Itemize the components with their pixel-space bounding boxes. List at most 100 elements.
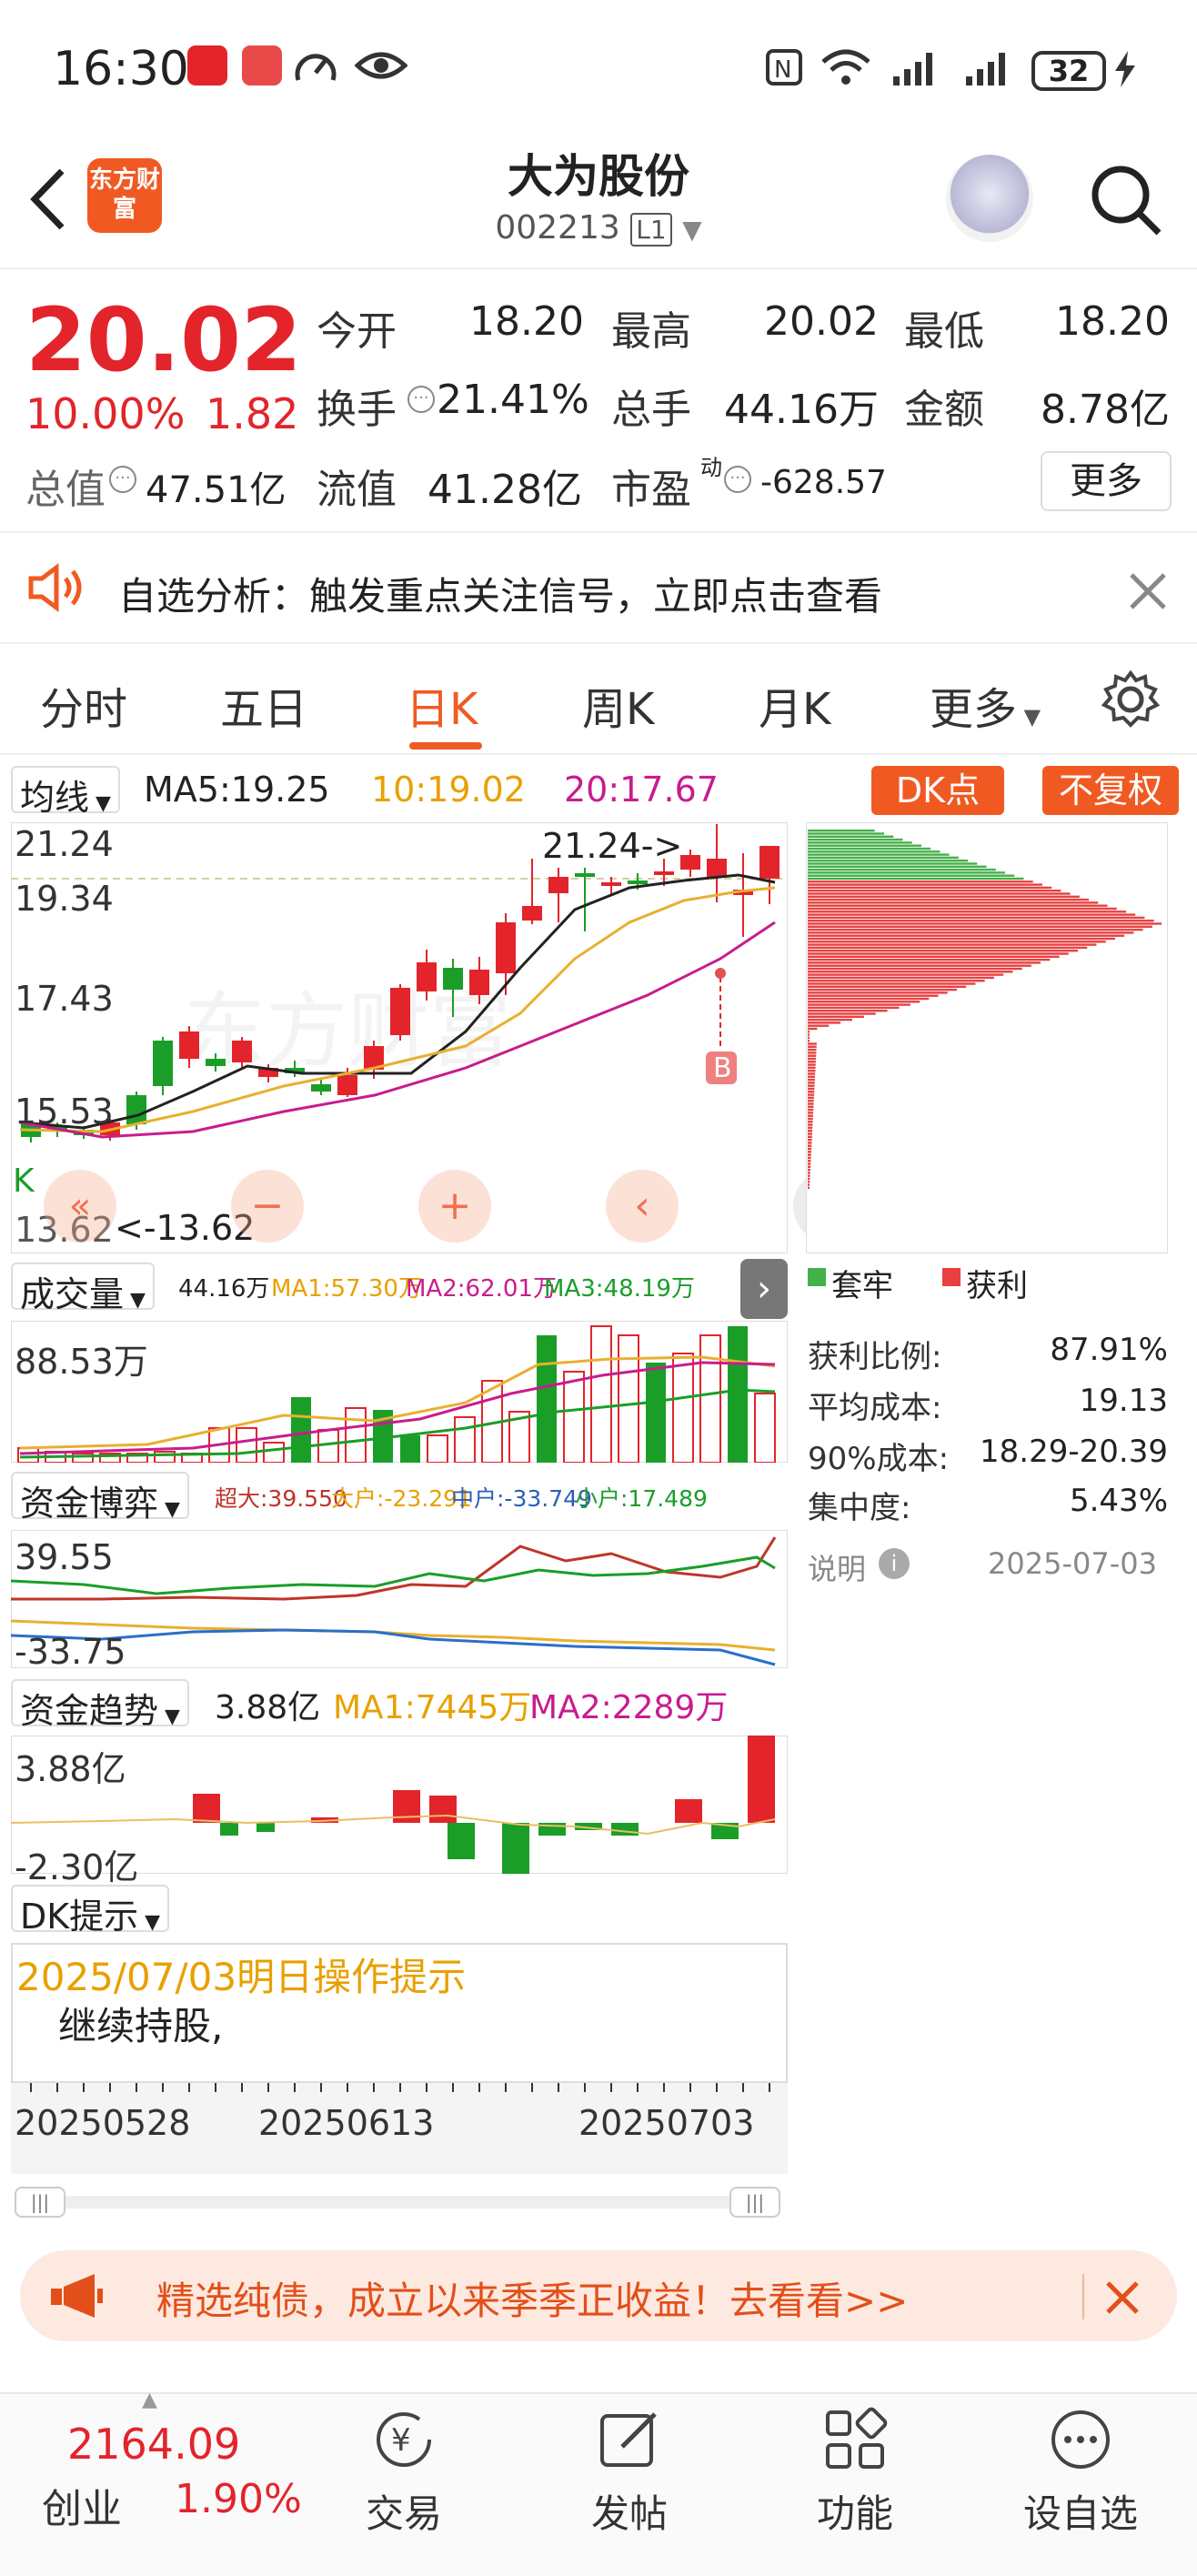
tab-intraday[interactable]: 分时 <box>40 673 127 737</box>
tab-weekly-k[interactable]: 周K <box>582 673 654 737</box>
trade-yen-icon[interactable]: ¥ <box>371 2407 437 2472</box>
chip-bar <box>808 961 1041 964</box>
info-icon-2[interactable]: ··· <box>109 466 136 493</box>
chip-bar <box>808 1108 814 1112</box>
volume-selector[interactable]: 成交量 ▼ <box>11 1263 155 1314</box>
charging-icon <box>1115 51 1135 87</box>
info-icon[interactable]: ··· <box>407 386 435 413</box>
capital-game-chart[interactable] <box>11 1530 788 1668</box>
low-label: 最低 <box>904 308 984 355</box>
svg-text:¥: ¥ <box>391 2422 411 2459</box>
tab-more[interactable]: 更多 ▼ <box>930 673 1041 737</box>
candle-body <box>417 962 437 991</box>
volume-bar <box>754 1393 776 1463</box>
search-icon[interactable] <box>1088 162 1164 238</box>
volume-bar <box>646 1363 666 1463</box>
scroll-left-fast-icon[interactable]: « <box>44 1170 116 1243</box>
nav-trade[interactable]: 交易 <box>313 2483 495 2539</box>
zoom-out-icon[interactable]: − <box>231 1170 304 1243</box>
capital-game-selector[interactable]: 资金博弈 ▼ <box>11 1472 189 1524</box>
chip-bar <box>808 997 930 1001</box>
notice-text[interactable]: 自选分析：触发重点关注信号，立即点击查看 <box>118 566 882 621</box>
volume-bar <box>317 1429 339 1463</box>
expand-side-panel-icon[interactable]: › <box>740 1259 788 1319</box>
battery-indicator: 32 <box>1031 51 1106 91</box>
range-handle-right[interactable]: ||| <box>729 2187 780 2218</box>
chevron-down-icon: ▼ <box>138 1911 161 1934</box>
index-name[interactable]: 创业 <box>42 2476 122 2534</box>
capital-trend-selector-label: 资金趋势 <box>20 1691 159 1731</box>
chip-bar <box>808 1015 864 1018</box>
settings-gear-icon[interactable] <box>1101 669 1161 730</box>
turnover-label: 换手 <box>317 387 397 433</box>
chip-bar <box>808 941 1106 943</box>
chip-bar <box>808 967 1022 971</box>
promo-text[interactable]: 精选纯债，成立以来季季正收益！去看看>> <box>156 2270 908 2326</box>
level-badge: L1 <box>630 213 672 247</box>
volume-bar <box>537 1335 557 1463</box>
chip-bar <box>808 1052 817 1054</box>
chip-bar <box>808 1130 813 1132</box>
ma-selector[interactable]: 均线 ▼ <box>11 766 120 818</box>
chip-bar <box>808 856 959 860</box>
chip-bar <box>808 1070 816 1072</box>
speed-icon <box>295 54 337 81</box>
candle-body <box>575 873 595 877</box>
chip-bar <box>808 1153 811 1156</box>
add-watchlist-icon[interactable] <box>1048 2407 1113 2472</box>
chip-bar <box>808 1075 816 1078</box>
chip-bar <box>808 1031 810 1033</box>
open-value: 18.20 <box>469 298 584 345</box>
capital-trend-selector[interactable]: 资金趋势 ▼ <box>11 1679 189 1731</box>
range-handle-left[interactable]: ||| <box>15 2187 65 2218</box>
nav-post[interactable]: 发帖 <box>538 2483 720 2539</box>
range-scrollbar[interactable] <box>15 2196 780 2209</box>
chip-bar <box>808 1042 817 1045</box>
chip-distribution-chart[interactable] <box>806 822 1168 1253</box>
nav-add-watchlist[interactable]: 设自选 <box>990 2483 1172 2539</box>
tab-five-day[interactable]: 五日 <box>220 673 307 737</box>
index-value[interactable]: 2164.09 <box>67 2420 240 2469</box>
change-percent: 10.00% <box>25 389 186 438</box>
volume-bar <box>454 1416 476 1463</box>
dk-point-button[interactable]: DK点 <box>871 766 1004 815</box>
chip-bar <box>808 1045 817 1048</box>
zoom-in-icon[interactable]: + <box>418 1170 491 1243</box>
chip-bar <box>808 907 1117 911</box>
nfc-icon: N <box>766 49 802 86</box>
chip-bar <box>808 1123 813 1126</box>
pe-value: -628.57 <box>760 464 887 501</box>
chip-bar <box>808 1135 812 1138</box>
function-grid-icon[interactable] <box>822 2407 888 2472</box>
info-icon-4[interactable]: i <box>879 1548 910 1579</box>
chip-bar <box>808 1112 814 1114</box>
chip-bar <box>808 883 1042 886</box>
chip-bar <box>808 1144 812 1147</box>
capital-trend-bottom: -2.30亿 <box>15 1847 139 1887</box>
chip-bar <box>808 958 1051 961</box>
capital-small: 小户:17.489 <box>575 1485 708 1512</box>
chip-bar <box>808 865 987 868</box>
scroll-left-icon[interactable]: ‹ <box>606 1170 679 1243</box>
tab-daily-k[interactable]: 日K <box>406 673 478 737</box>
close-icon[interactable] <box>1128 571 1168 611</box>
banner-close-icon[interactable] <box>1104 2279 1141 2316</box>
chip-bar <box>808 890 1061 892</box>
chip-bar <box>808 871 1006 874</box>
nav-function[interactable]: 功能 <box>764 2483 946 2539</box>
status-time: 16:30 <box>53 42 189 96</box>
more-button[interactable]: 更多 <box>1041 451 1172 511</box>
chip-bar <box>808 943 1097 946</box>
dk-tip-selector[interactable]: DK提示 ▼ <box>11 1885 170 1937</box>
chip-bar <box>808 916 1145 920</box>
tab-monthly-k[interactable]: 月K <box>759 673 830 737</box>
ai-assistant-avatar[interactable] <box>946 155 1033 242</box>
adjust-button[interactable]: 不复权 <box>1042 766 1179 815</box>
chip-bar <box>808 847 931 850</box>
chip-bar <box>808 1061 816 1063</box>
turnover-value: 21.41% <box>437 377 589 423</box>
post-edit-icon[interactable] <box>597 2407 662 2472</box>
volume-value: 44.16万 <box>724 387 879 433</box>
info-icon-3[interactable]: ··· <box>724 466 751 493</box>
chip-bar <box>808 862 978 865</box>
